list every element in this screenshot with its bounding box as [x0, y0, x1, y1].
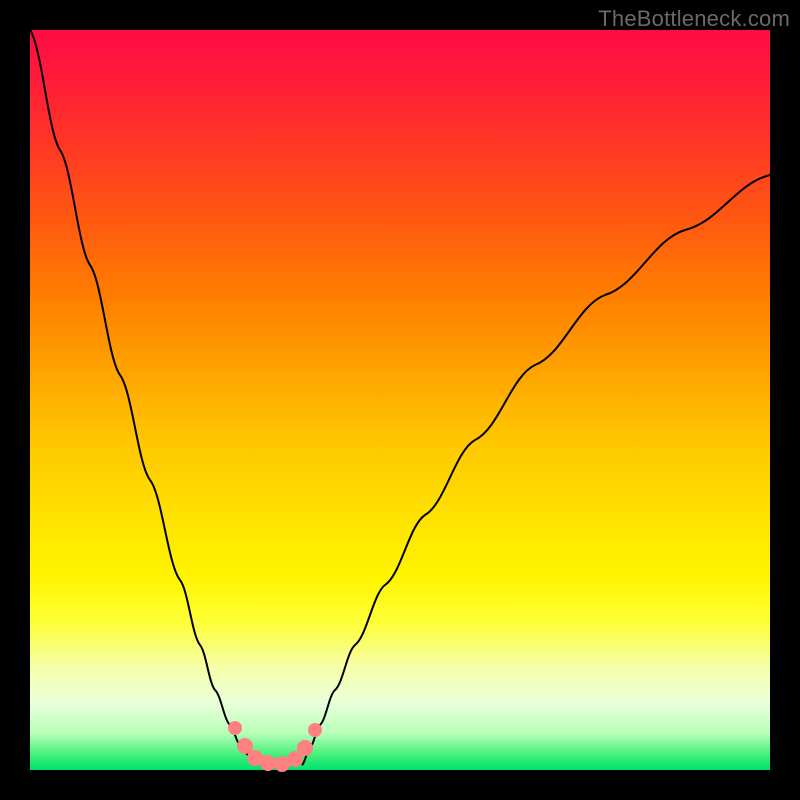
bottleneck-curve-left [30, 30, 255, 765]
valley-dot [260, 755, 276, 771]
valley-dot [308, 723, 322, 737]
bottleneck-curve-right [302, 175, 770, 765]
curve-svg [30, 30, 770, 770]
valley-dot [228, 721, 242, 735]
watermark-text: TheBottleneck.com [598, 6, 790, 32]
valley-dot [297, 740, 313, 756]
valley-dots [228, 721, 322, 772]
plot-area [30, 30, 770, 770]
chart-frame: TheBottleneck.com [0, 0, 800, 800]
